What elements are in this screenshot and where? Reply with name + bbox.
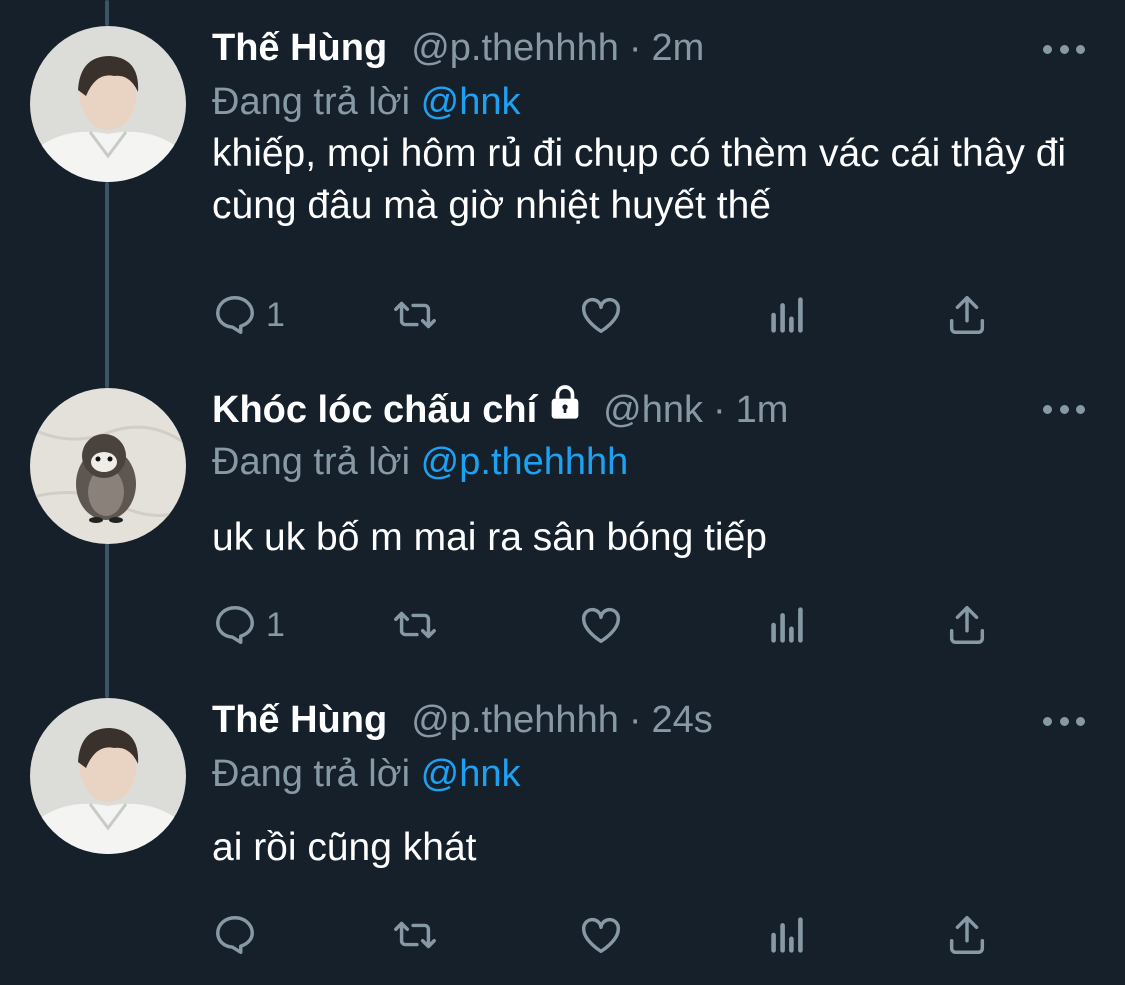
- timestamp[interactable]: 24s: [652, 694, 713, 746]
- lock-icon: [551, 385, 579, 419]
- avatar[interactable]: [30, 26, 186, 182]
- timestamp[interactable]: 1m: [736, 384, 789, 436]
- tweet-text: uk uk bố m mai ra sân bóng tiếp: [212, 516, 767, 559]
- more-options-icon[interactable]: [1043, 714, 1085, 728]
- tweet[interactable]: Khóc lóc chấu chí @hnk · 1m Đang trả lời…: [0, 360, 1125, 680]
- person-avatar-icon: [30, 26, 186, 182]
- tweet-actions: [212, 910, 1012, 960]
- tweet-header: Thế Hùng @p.thehhhh · 2m: [212, 22, 704, 74]
- retweet-button[interactable]: [392, 290, 438, 340]
- share-icon: [949, 916, 985, 954]
- display-name[interactable]: Thế Hùng: [212, 694, 387, 746]
- share-icon: [949, 606, 985, 644]
- separator: ·: [713, 389, 726, 431]
- separator: ·: [628, 27, 642, 69]
- tweet-header: Khóc lóc chấu chí @hnk · 1m: [212, 382, 788, 434]
- share-button[interactable]: [944, 910, 990, 960]
- reply-button[interactable]: 1: [212, 600, 285, 650]
- share-button[interactable]: [944, 600, 990, 650]
- like-button[interactable]: [578, 600, 624, 650]
- tweet[interactable]: Thế Hùng @p.thehhhh · 24s Đang trả lời @…: [0, 672, 1125, 985]
- share-button[interactable]: [944, 290, 990, 340]
- like-button[interactable]: [578, 290, 624, 340]
- reply-prefix: Đang trả lời: [212, 441, 411, 483]
- retweet-icon: [394, 611, 436, 639]
- analytics-button[interactable]: [764, 600, 810, 650]
- more-options-icon[interactable]: [1043, 402, 1085, 416]
- analytics-button[interactable]: [764, 910, 810, 960]
- tweet[interactable]: Thế Hùng @p.thehhhh · 2m Đang trả lời @h…: [0, 0, 1125, 345]
- share-icon: [949, 296, 985, 334]
- retweet-icon: [394, 301, 436, 329]
- reply-icon: [216, 296, 254, 334]
- reply-context: Đang trả lời @hnk: [212, 76, 521, 128]
- reply-icon: [216, 916, 254, 954]
- display-name[interactable]: Thế Hùng: [212, 22, 387, 74]
- reply-prefix: Đang trả lời: [212, 753, 411, 795]
- display-name[interactable]: Khóc lóc chấu chí: [212, 384, 537, 436]
- tweet-text: khiếp, mọi hôm rủ đi chụp có thèm vác cá…: [212, 132, 1067, 227]
- reply-prefix: Đang trả lời: [212, 81, 411, 123]
- user-handle[interactable]: @p.thehhhh: [411, 694, 619, 746]
- reply-count: 1: [266, 605, 285, 644]
- more-options-icon[interactable]: [1043, 42, 1085, 56]
- avatar[interactable]: [30, 698, 186, 854]
- tweet-header: Thế Hùng @p.thehhhh · 24s: [212, 694, 713, 746]
- avatar[interactable]: [30, 388, 186, 544]
- user-handle[interactable]: @hnk: [603, 384, 703, 436]
- reply-button[interactable]: 1: [212, 290, 285, 340]
- reply-button[interactable]: [212, 910, 266, 960]
- penguin-plush-avatar-icon: [30, 388, 186, 544]
- like-icon: [582, 607, 620, 644]
- retweet-button[interactable]: [392, 910, 438, 960]
- reply-icon: [216, 606, 254, 644]
- analytics-icon: [771, 607, 803, 643]
- reply-mention[interactable]: @hnk: [421, 753, 521, 795]
- reply-context: Đang trả lời @p.thehhhh: [212, 436, 628, 488]
- timestamp[interactable]: 2m: [652, 22, 705, 74]
- like-button[interactable]: [578, 910, 624, 960]
- like-icon: [582, 917, 620, 954]
- separator: ·: [628, 699, 642, 741]
- reply-count: 1: [266, 295, 285, 334]
- like-icon: [582, 297, 620, 334]
- tweet-actions: 1: [212, 600, 1012, 650]
- retweet-icon: [394, 921, 436, 949]
- tweet-text: ai rồi cũng khát: [212, 826, 477, 869]
- reply-mention[interactable]: @p.thehhhh: [421, 441, 629, 483]
- tweet-actions: 1: [212, 290, 1012, 340]
- user-handle[interactable]: @p.thehhhh: [411, 22, 619, 74]
- retweet-button[interactable]: [392, 600, 438, 650]
- reply-mention[interactable]: @hnk: [421, 81, 521, 123]
- analytics-button[interactable]: [764, 290, 810, 340]
- person-avatar-icon: [30, 698, 186, 854]
- analytics-icon: [771, 297, 803, 333]
- reply-context: Đang trả lời @hnk: [212, 748, 521, 800]
- analytics-icon: [771, 917, 803, 953]
